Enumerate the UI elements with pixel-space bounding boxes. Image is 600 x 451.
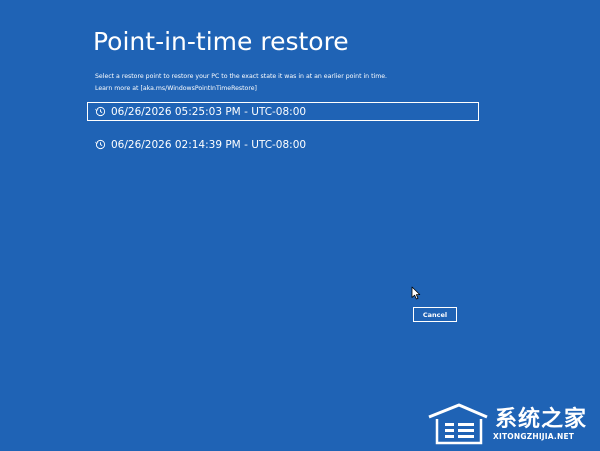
description-text: Select a restore point to restore your P… <box>95 73 388 80</box>
page-description: Select a restore point to restore your P… <box>95 71 387 95</box>
history-icon <box>95 106 106 117</box>
restore-point-list: 06/26/2026 05:25:03 PM - UTC-08:00 06/26… <box>87 102 479 154</box>
restore-point-label: 06/26/2026 05:25:03 PM - UTC-08:00 <box>111 105 307 118</box>
history-icon <box>95 139 106 150</box>
learn-more-link[interactable]: Learn more at [aka.ms/WindowsPointInTime… <box>95 83 387 95</box>
page-title: Point-in-time restore <box>93 27 349 56</box>
restore-point-item[interactable]: 06/26/2026 02:14:39 PM - UTC-08:00 <box>87 135 479 154</box>
restore-point-item[interactable]: 06/26/2026 05:25:03 PM - UTC-08:00 <box>87 102 479 121</box>
house-logo-icon <box>428 403 488 445</box>
mouse-cursor-icon <box>411 286 421 300</box>
watermark-en-text: XITONGZHIJIA.NET <box>493 432 575 441</box>
cancel-button[interactable]: Cancel <box>413 307 457 322</box>
watermark: 系统之家 XITONGZHIJIA.NET <box>425 401 595 445</box>
restore-point-label: 06/26/2026 02:14:39 PM - UTC-08:00 <box>111 138 307 151</box>
watermark-cn-text: 系统之家 <box>495 407 588 432</box>
